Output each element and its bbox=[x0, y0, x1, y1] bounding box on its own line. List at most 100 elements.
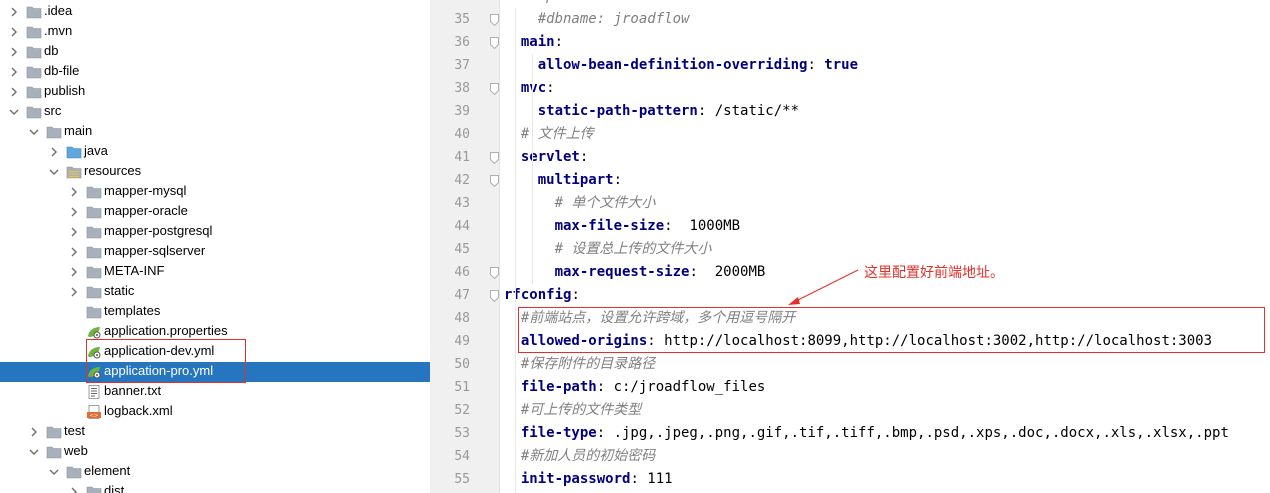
tree-item-logback-xml[interactable]: <> logback.xml bbox=[0, 402, 430, 422]
chevron-right-icon[interactable] bbox=[68, 246, 80, 258]
chevron-right-icon[interactable] bbox=[48, 146, 60, 158]
code-line[interactable]: max-file-size: 1000MB bbox=[555, 215, 740, 238]
fold-marker-icon[interactable] bbox=[490, 152, 499, 164]
code-line[interactable]: # 单个文件大小 bbox=[555, 192, 656, 215]
line-number: 40 bbox=[454, 127, 470, 142]
chevron-down-icon[interactable] bbox=[48, 166, 60, 178]
yaml-value: .jpg,.jpeg,.png,.gif,.tif,.tiff,.bmp,.ps… bbox=[613, 425, 1229, 441]
chevron-right-icon[interactable] bbox=[68, 486, 80, 493]
tree-item-meta-inf[interactable]: META-INF bbox=[0, 262, 430, 282]
tree-item-static[interactable]: static bbox=[0, 282, 430, 302]
chevron-right-icon[interactable] bbox=[68, 206, 80, 218]
code-line[interactable]: allow-bean-definition-overriding: true bbox=[538, 54, 858, 77]
code-line[interactable]: #dbname: jroadflow bbox=[538, 8, 690, 31]
tree-item-db[interactable]: db bbox=[0, 42, 430, 62]
tree-item-idea[interactable]: .idea bbox=[0, 2, 430, 22]
line-number: 51 bbox=[454, 380, 470, 395]
code-line[interactable]: static-path-pattern: /static/** bbox=[538, 100, 799, 123]
fold-marker-icon[interactable] bbox=[490, 83, 499, 95]
chevron-right-icon[interactable] bbox=[68, 186, 80, 198]
highlight-box-allowed-origins bbox=[518, 307, 1265, 353]
yaml-value: 1000MB bbox=[689, 218, 741, 234]
chevron-down-icon[interactable] bbox=[28, 446, 40, 458]
code-line[interactable]: main: bbox=[521, 31, 563, 54]
chevron-right-icon[interactable] bbox=[28, 426, 40, 438]
chevron-down-icon[interactable] bbox=[28, 126, 40, 138]
tree-item-label: src bbox=[44, 103, 62, 118]
tree-item-banner-txt[interactable]: banner.txt bbox=[0, 382, 430, 402]
folder-icon bbox=[86, 245, 102, 259]
line-number: 48 bbox=[454, 311, 470, 326]
tree-item-resources[interactable]: resources bbox=[0, 162, 430, 182]
indent-guide bbox=[531, 54, 533, 284]
code-line-partial: #password: 111 bbox=[538, 0, 656, 8]
chevron-down-icon[interactable] bbox=[8, 106, 20, 118]
code-line[interactable]: file-path: c:/jroadflow_files bbox=[521, 376, 765, 399]
line-number: 38 bbox=[454, 81, 470, 96]
code-line[interactable]: init-password: 111 bbox=[521, 468, 673, 491]
tree-item-publish[interactable]: publish bbox=[0, 82, 430, 102]
chevron-right-icon[interactable] bbox=[8, 86, 20, 98]
tree-item-element[interactable]: element bbox=[0, 462, 430, 482]
yaml-value: 111 bbox=[647, 471, 673, 487]
folder-icon bbox=[26, 5, 42, 19]
chevron-right-icon[interactable] bbox=[8, 6, 20, 18]
tree-item-label: java bbox=[84, 143, 108, 158]
tree-item-web[interactable]: web bbox=[0, 442, 430, 462]
code-line[interactable]: #保存附件的目录路径 bbox=[521, 353, 655, 376]
yaml-key: max-request-size bbox=[554, 264, 690, 280]
tree-item-label: banner.txt bbox=[104, 383, 162, 398]
tree-item-templates[interactable]: templates bbox=[0, 302, 430, 322]
tree-item-mapper-mysql[interactable]: mapper-mysql bbox=[0, 182, 430, 202]
line-number: 44 bbox=[454, 219, 470, 234]
yaml-comment: #保存附件的目录路径 bbox=[520, 356, 656, 372]
code-line[interactable]: file-type: .jpg,.jpeg,.png,.gif,.tif,.ti… bbox=[521, 422, 1229, 445]
tree-item-label: test bbox=[64, 423, 85, 438]
folder-icon bbox=[26, 105, 42, 119]
fold-marker-icon[interactable] bbox=[490, 37, 499, 49]
folder-icon bbox=[46, 445, 62, 459]
tree-item-src[interactable]: src bbox=[0, 102, 430, 122]
yaml-comment: # 单个文件大小 bbox=[554, 195, 656, 211]
code-line[interactable]: max-request-size: 2000MB bbox=[555, 261, 766, 284]
code-editor[interactable]: #password: 111#dbname: jroadflowmain:all… bbox=[500, 0, 1270, 493]
chevron-right-icon[interactable] bbox=[8, 66, 20, 78]
chevron-right-icon[interactable] bbox=[68, 266, 80, 278]
code-line[interactable]: # 设置总上传的文件大小 bbox=[555, 238, 712, 261]
chevron-right-icon[interactable] bbox=[8, 46, 20, 58]
code-line[interactable]: mvc: bbox=[521, 77, 555, 100]
yaml-separator: : bbox=[697, 103, 715, 119]
tree-item-java[interactable]: java bbox=[0, 142, 430, 162]
yaml-value: c:/jroadflow_files bbox=[613, 379, 766, 395]
folder-icon bbox=[86, 305, 102, 319]
line-number: 41 bbox=[454, 150, 470, 165]
line-number: 55 bbox=[454, 472, 470, 487]
fold-marker-icon[interactable] bbox=[490, 14, 499, 26]
chevron-right-icon[interactable] bbox=[68, 226, 80, 238]
tree-item-dist[interactable]: dist bbox=[0, 482, 430, 493]
code-line[interactable]: multipart: bbox=[538, 169, 622, 192]
code-line[interactable]: #新加人员的初始密码 bbox=[521, 445, 655, 468]
resources-folder-icon bbox=[66, 165, 82, 179]
line-number: 52 bbox=[454, 403, 470, 418]
chevron-down-icon[interactable] bbox=[48, 466, 60, 478]
chevron-right-icon[interactable] bbox=[8, 26, 20, 38]
tree-item-mapper-oracle[interactable]: mapper-oracle bbox=[0, 202, 430, 222]
tree-item-test[interactable]: test bbox=[0, 422, 430, 442]
folder-icon bbox=[86, 205, 102, 219]
tree-item-mapper-postgresql[interactable]: mapper-postgresql bbox=[0, 222, 430, 242]
tree-item-db-file[interactable]: db-file bbox=[0, 62, 430, 82]
tree-item-main[interactable]: main bbox=[0, 122, 430, 142]
yaml-separator: : bbox=[554, 34, 564, 50]
tree-item-mvn[interactable]: .mvn bbox=[0, 22, 430, 42]
line-number: 53 bbox=[454, 426, 470, 441]
fold-marker-icon[interactable] bbox=[490, 267, 499, 279]
tree-item-mapper-sqlserver[interactable]: mapper-sqlserver bbox=[0, 242, 430, 262]
fold-marker-icon[interactable] bbox=[490, 175, 499, 187]
source-folder-icon bbox=[66, 145, 82, 159]
yaml-separator: : bbox=[571, 287, 580, 303]
tree-item-label: element bbox=[84, 463, 131, 478]
chevron-right-icon[interactable] bbox=[68, 286, 80, 298]
fold-marker-icon[interactable] bbox=[490, 290, 499, 302]
code-line[interactable]: #可上传的文件类型 bbox=[521, 399, 641, 422]
